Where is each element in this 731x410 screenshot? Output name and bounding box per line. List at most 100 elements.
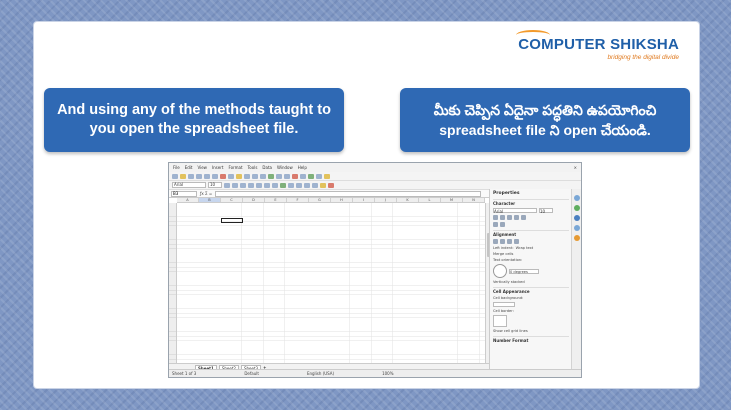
- open-icon[interactable]: [180, 173, 186, 179]
- functions-deck-icon[interactable]: [573, 235, 580, 241]
- formula-input[interactable]: [215, 190, 481, 197]
- gallery-deck-icon[interactable]: [573, 215, 580, 221]
- bold-icon[interactable]: [493, 215, 498, 220]
- sidebar-font-name[interactable]: Arial: [493, 208, 537, 214]
- align-right-icon[interactable]: [264, 182, 270, 188]
- spreadsheet-grid[interactable]: A B C D E F G H I J K L M N: [169, 198, 491, 363]
- cell-background-dropdown[interactable]: [493, 302, 515, 307]
- column-header[interactable]: N: [463, 198, 485, 202]
- align-left-icon[interactable]: [493, 239, 498, 244]
- chart-icon[interactable]: [292, 173, 298, 179]
- align-center-icon[interactable]: [256, 182, 262, 188]
- italic-icon[interactable]: [500, 215, 505, 220]
- column-header[interactable]: I: [353, 198, 375, 202]
- column-header[interactable]: L: [419, 198, 441, 202]
- autofilter-icon[interactable]: [284, 173, 290, 179]
- status-zoom[interactable]: 100%: [382, 371, 393, 376]
- column-header[interactable]: D: [243, 198, 265, 202]
- column-header[interactable]: E: [265, 198, 287, 202]
- column-header[interactable]: B: [199, 198, 221, 202]
- borders-icon[interactable]: [312, 182, 318, 188]
- menu-format[interactable]: Format: [228, 165, 242, 170]
- sidebar-font-size[interactable]: 10: [539, 208, 553, 214]
- underline-icon[interactable]: [240, 182, 246, 188]
- align-left-icon[interactable]: [248, 182, 254, 188]
- degrees-field[interactable]: 0 degrees: [509, 268, 539, 274]
- cell-background-label: Cell background:: [493, 296, 524, 300]
- align-right-icon[interactable]: [507, 239, 512, 244]
- cell-area[interactable]: [177, 203, 485, 363]
- sidebar-section-number-format[interactable]: Number Format: [493, 336, 569, 343]
- redo-icon[interactable]: [260, 173, 266, 179]
- strikethrough-icon[interactable]: [514, 215, 519, 220]
- merge-icon[interactable]: [280, 182, 286, 188]
- cell-border-picker[interactable]: [493, 315, 507, 327]
- column-header[interactable]: J: [375, 198, 397, 202]
- properties-deck-icon[interactable]: [573, 195, 580, 201]
- save-icon[interactable]: [188, 173, 194, 179]
- show-grid-lines-checkbox[interactable]: Show cell grid lines: [493, 329, 528, 333]
- menu-edit[interactable]: Edit: [185, 165, 193, 170]
- sort-icon[interactable]: [276, 173, 282, 179]
- comment-icon[interactable]: [324, 173, 330, 179]
- highlight-icon[interactable]: [500, 222, 505, 227]
- menu-window[interactable]: Window: [277, 165, 293, 170]
- undo-icon[interactable]: [252, 173, 258, 179]
- styles-deck-icon[interactable]: [573, 205, 580, 211]
- currency-icon[interactable]: [288, 182, 294, 188]
- copy-icon[interactable]: [228, 173, 234, 179]
- percent-icon[interactable]: [296, 182, 302, 188]
- column-header[interactable]: M: [441, 198, 463, 202]
- sidebar-section-cell-appearance[interactable]: Cell Appearance: [493, 287, 569, 294]
- menu-data[interactable]: Data: [262, 165, 272, 170]
- logo-swoosh-icon: [516, 30, 551, 40]
- function-wizard-icon[interactable]: ƒx Σ =: [200, 191, 212, 196]
- column-header[interactable]: G: [309, 198, 331, 202]
- orientation-dial[interactable]: [493, 264, 507, 278]
- vertically-stacked-checkbox[interactable]: Vertically stacked: [493, 280, 525, 284]
- number-format-icon[interactable]: [304, 182, 310, 188]
- special-char-icon[interactable]: [308, 173, 314, 179]
- paste-icon[interactable]: [236, 173, 242, 179]
- font-color-icon[interactable]: [328, 182, 334, 188]
- background-color-icon[interactable]: [320, 182, 326, 188]
- active-cell-cursor[interactable]: [221, 218, 243, 223]
- row-headers[interactable]: [169, 203, 177, 363]
- font-size-select[interactable]: 10: [208, 182, 222, 188]
- menu-help[interactable]: Help: [298, 165, 307, 170]
- close-icon[interactable]: ×: [574, 165, 577, 170]
- align-center-icon[interactable]: [500, 239, 505, 244]
- hyperlink-icon[interactable]: [316, 173, 322, 179]
- justify-icon[interactable]: [272, 182, 278, 188]
- preview-icon[interactable]: [212, 173, 218, 179]
- column-header[interactable]: A: [177, 198, 199, 202]
- cut-icon[interactable]: [220, 173, 226, 179]
- print-icon[interactable]: [204, 173, 210, 179]
- pivot-icon[interactable]: [300, 173, 306, 179]
- font-name-select[interactable]: Arial: [172, 182, 206, 188]
- italic-icon[interactable]: [232, 182, 238, 188]
- shadow-icon[interactable]: [521, 215, 526, 220]
- column-header[interactable]: C: [221, 198, 243, 202]
- new-icon[interactable]: [172, 173, 178, 179]
- spellcheck-icon[interactable]: [268, 173, 274, 179]
- menu-insert[interactable]: Insert: [212, 165, 223, 170]
- navigator-deck-icon[interactable]: [573, 225, 580, 231]
- column-header[interactable]: K: [397, 198, 419, 202]
- sidebar-section-alignment[interactable]: Alignment: [493, 230, 569, 237]
- column-header[interactable]: H: [331, 198, 353, 202]
- font-color-icon[interactable]: [493, 222, 498, 227]
- menu-file[interactable]: File: [173, 165, 180, 170]
- merge-cells-checkbox[interactable]: Merge cells: [493, 252, 513, 256]
- clone-icon[interactable]: [244, 173, 250, 179]
- column-header[interactable]: F: [287, 198, 309, 202]
- bold-icon[interactable]: [224, 182, 230, 188]
- sidebar-section-character[interactable]: Character: [493, 199, 569, 206]
- underline-icon[interactable]: [507, 215, 512, 220]
- menu-tools[interactable]: Tools: [248, 165, 258, 170]
- export-pdf-icon[interactable]: [196, 173, 202, 179]
- wrap-text-checkbox[interactable]: Wrap text: [516, 246, 534, 250]
- name-box[interactable]: B3: [171, 190, 197, 197]
- menu-view[interactable]: View: [197, 165, 207, 170]
- justify-icon[interactable]: [514, 239, 519, 244]
